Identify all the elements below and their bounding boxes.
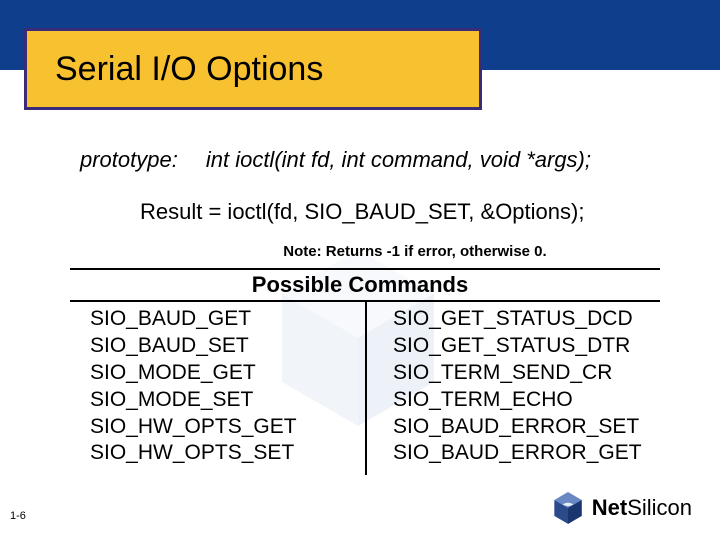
footer-logo: NetSilicon bbox=[550, 490, 692, 526]
command-item: SIO_GET_STATUS_DCD bbox=[393, 306, 650, 333]
prototype-label: prototype: bbox=[80, 147, 178, 173]
logo-text: NetSilicon bbox=[592, 495, 692, 521]
command-item: SIO_BAUD_SET bbox=[90, 333, 355, 360]
command-item: SIO_GET_STATUS_DTR bbox=[393, 333, 650, 360]
command-item: SIO_BAUD_GET bbox=[90, 306, 355, 333]
command-item: SIO_TERM_ECHO bbox=[393, 387, 650, 414]
example-call: Result = ioctl(fd, SIO_BAUD_SET, &Option… bbox=[40, 199, 680, 225]
prototype-signature: int ioctl(int fd, int command, void *arg… bbox=[206, 147, 591, 173]
prototype-row: prototype: int ioctl(int fd, int command… bbox=[40, 147, 680, 173]
commands-col-left: SIO_BAUD_GET SIO_BAUD_SET SIO_MODE_GET S… bbox=[70, 302, 365, 475]
command-item: SIO_MODE_SET bbox=[90, 387, 355, 414]
slide-title-box: Serial I/O Options bbox=[24, 28, 482, 110]
command-item: SIO_BAUD_ERROR_SET bbox=[393, 414, 650, 441]
command-item: SIO_HW_OPTS_SET bbox=[90, 440, 355, 467]
vertical-divider bbox=[365, 302, 367, 475]
slide-content: prototype: int ioctl(int fd, int command… bbox=[0, 135, 720, 475]
commands-col-right: SIO_GET_STATUS_DCD SIO_GET_STATUS_DTR SI… bbox=[365, 302, 660, 475]
command-item: SIO_MODE_GET bbox=[90, 360, 355, 387]
logo-icon bbox=[550, 490, 586, 526]
slide-title: Serial I/O Options bbox=[55, 50, 323, 89]
command-item: SIO_HW_OPTS_GET bbox=[90, 414, 355, 441]
return-note: Note: Returns -1 if error, otherwise 0. bbox=[40, 243, 680, 260]
command-item: SIO_BAUD_ERROR_GET bbox=[393, 440, 650, 467]
logo-text-net: Net bbox=[592, 495, 627, 520]
page-number: 1-6 bbox=[10, 510, 26, 522]
commands-header: Possible Commands bbox=[40, 272, 680, 298]
logo-text-silicon: Silicon bbox=[627, 495, 692, 520]
command-item: SIO_TERM_SEND_CR bbox=[393, 360, 650, 387]
commands-table: SIO_BAUD_GET SIO_BAUD_SET SIO_MODE_GET S… bbox=[70, 302, 660, 475]
divider-top bbox=[70, 268, 660, 270]
